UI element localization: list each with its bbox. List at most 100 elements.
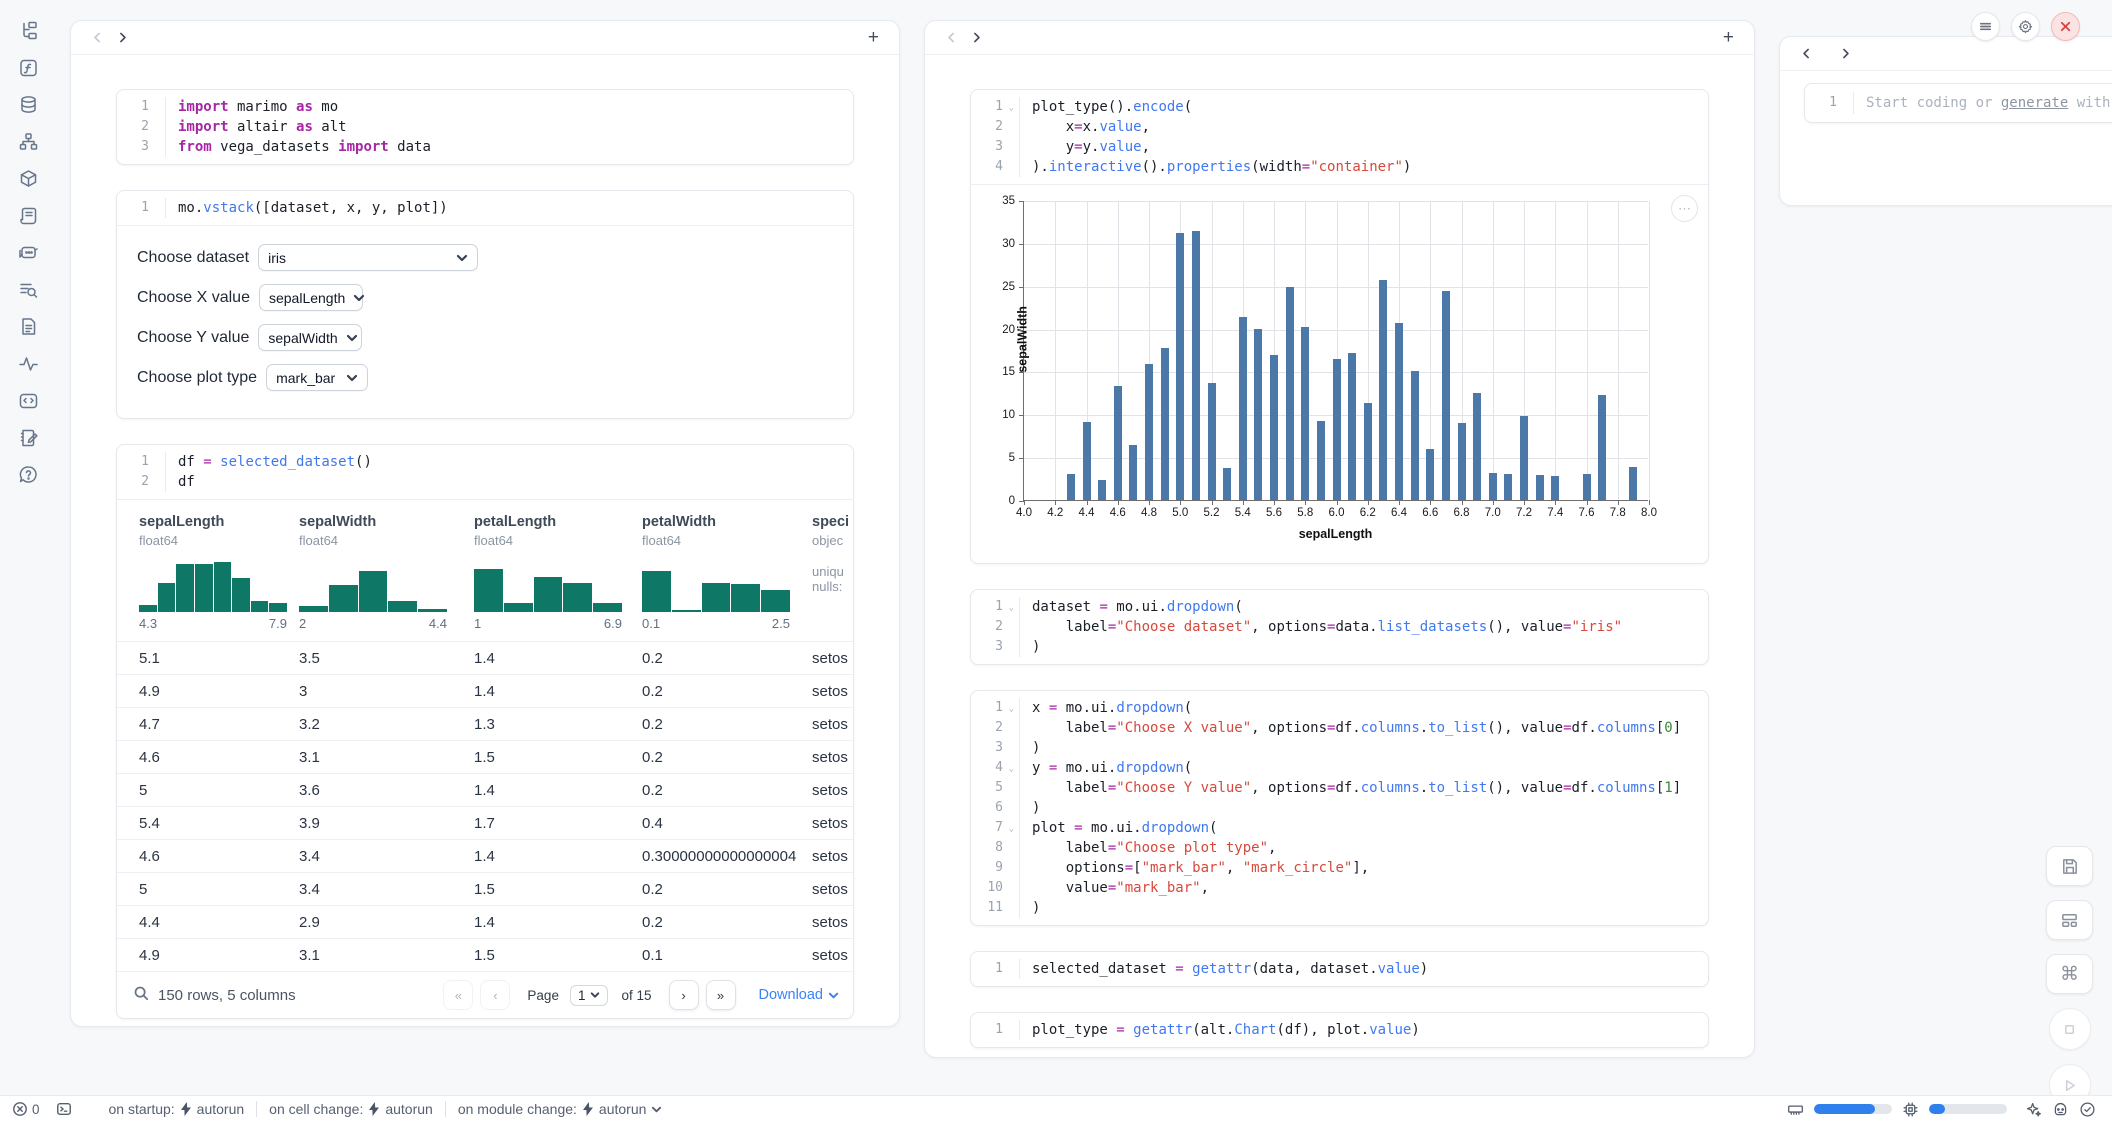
histogram-bars — [139, 560, 287, 612]
x-tick — [1212, 500, 1213, 505]
x-tick — [1493, 500, 1494, 505]
sidebar-item-dependencies[interactable] — [16, 129, 40, 153]
chart-bar — [1270, 355, 1278, 500]
x-select[interactable]: sepalLength — [259, 284, 363, 311]
dataset-select[interactable]: iris — [258, 244, 478, 271]
run-config-2[interactable]: on cell change:autorun — [265, 1101, 437, 1117]
datasources-icon — [18, 94, 39, 115]
menu-button[interactable] — [1971, 12, 2000, 41]
fold-chevron-icon[interactable]: ⌄ — [1009, 819, 1014, 839]
line-number: 11 — [971, 898, 1007, 918]
column-prev-button[interactable] — [1794, 45, 1819, 62]
fold-chevron-icon[interactable]: ⌄ — [1009, 98, 1014, 118]
fold-chevron-icon[interactable]: ⌄ — [1009, 699, 1014, 719]
command-palette-button[interactable]: ⌘ — [2046, 954, 2093, 994]
code-line: 2 label="Choose X value", options=df.col… — [971, 718, 1708, 738]
download-button[interactable]: Download — [759, 987, 840, 1003]
app-sidebar — [0, 0, 56, 1095]
page-select[interactable]: 1 — [570, 985, 609, 1006]
generate-with-ai-link[interactable]: generate — [2001, 95, 2068, 111]
chart-bar — [1301, 327, 1309, 500]
column-next-button[interactable] — [964, 29, 989, 46]
sidebar-item-documentation[interactable] — [16, 277, 40, 301]
y-tick — [1019, 415, 1024, 416]
sidebar-item-file-tree[interactable] — [16, 18, 40, 42]
sidebar-item-help[interactable] — [16, 462, 40, 486]
code-editor[interactable]: 1⌄x = mo.ui.dropdown(2 label="Choose X v… — [971, 691, 1708, 925]
run-config-mode: autorun — [197, 1101, 244, 1117]
x-tick — [1337, 500, 1338, 505]
ai-sparkle-button[interactable] — [2025, 1101, 2042, 1118]
play-icon — [2061, 1077, 2078, 1094]
code-editor[interactable]: 1plot_type = getattr(alt.Chart(df), plot… — [971, 1013, 1708, 1047]
divider — [445, 1101, 446, 1117]
fold-chevron-icon[interactable]: ⌄ — [1009, 759, 1014, 779]
table-cell: 1.3 — [474, 716, 642, 733]
chart-bar — [1161, 348, 1169, 500]
first-page-button[interactable]: « — [443, 980, 473, 1010]
column-prev-button[interactable] — [85, 29, 110, 46]
chart-bar — [1442, 291, 1450, 500]
errors-indicator[interactable]: 0 — [12, 1101, 40, 1117]
add-column-button[interactable]: + — [1717, 25, 1740, 51]
column-prev-button[interactable] — [939, 29, 964, 46]
settings-button[interactable] — [2011, 12, 2040, 41]
chevron-down-icon — [590, 990, 600, 1000]
save-button[interactable] — [2046, 846, 2093, 886]
code-line: 1df = selected_dataset() — [117, 452, 853, 472]
table-cell: 3.2 — [299, 716, 474, 733]
sidebar-item-tracing[interactable] — [16, 351, 40, 375]
code-editor[interactable]: 1mo.vstack([dataset, x, y, plot]) — [117, 191, 853, 225]
column-next-button[interactable] — [110, 29, 135, 46]
code-editor[interactable]: 1selected_dataset = getattr(data, datase… — [971, 952, 1708, 986]
y-select[interactable]: sepalWidth — [258, 324, 362, 351]
connection-status-button[interactable] — [2079, 1101, 2096, 1118]
sidebar-item-scratchpad[interactable] — [16, 425, 40, 449]
add-column-button[interactable]: + — [862, 25, 885, 51]
code-editor[interactable]: 1df = selected_dataset()2df — [117, 445, 853, 499]
shutdown-button[interactable] — [2051, 12, 2080, 41]
histogram-bar — [269, 603, 287, 612]
save-icon — [2060, 857, 2079, 876]
chart-menu-button[interactable]: ⋯ — [1671, 195, 1698, 222]
prev-page-button[interactable]: ‹ — [480, 980, 510, 1010]
sidebar-item-chat[interactable] — [16, 240, 40, 264]
run-config-label: on cell change: — [269, 1101, 363, 1117]
plot-type-select[interactable]: mark_bar — [266, 364, 368, 391]
next-page-button[interactable]: › — [669, 980, 699, 1010]
control-row: Choose Y valuesepalWidth — [137, 324, 833, 351]
stop-button[interactable] — [2049, 1008, 2091, 1050]
code-editor[interactable]: 1 Start coding or generate with — [1805, 84, 2112, 122]
code-text: import altair as alt — [165, 117, 347, 137]
column-meta: uniqunulls: — [812, 564, 853, 594]
code-editor[interactable]: 1⌄plot_type().encode(2 x=x.value,3 y=y.v… — [971, 90, 1708, 184]
layout-button[interactable] — [2046, 900, 2093, 940]
table-row: 4.63.41.40.30000000000000004setos — [117, 840, 853, 873]
run-config-mode: autorun — [599, 1101, 646, 1117]
chart-bar — [1239, 317, 1247, 500]
code-line: 6) — [971, 798, 1708, 818]
sidebar-item-packages[interactable] — [16, 166, 40, 190]
sidebar-item-logs[interactable] — [16, 203, 40, 227]
histogram-range: 16.9 — [474, 616, 622, 631]
last-page-button[interactable]: » — [706, 980, 736, 1010]
x-tick — [1274, 500, 1275, 505]
run-config-3[interactable]: on module change:autorun — [454, 1101, 667, 1117]
sidebar-item-code[interactable] — [16, 388, 40, 412]
fold-chevron-icon[interactable]: ⌄ — [1009, 598, 1014, 618]
table-cell: setos — [812, 650, 853, 667]
sidebar-item-datasources[interactable] — [16, 92, 40, 116]
terminal-button[interactable] — [56, 1101, 72, 1117]
sidebar-item-functions[interactable] — [16, 55, 40, 79]
ai-assistant-button[interactable] — [2052, 1101, 2069, 1118]
code-editor[interactable]: 1import marimo as mo2import altair as al… — [117, 90, 853, 164]
search-icon[interactable] — [133, 985, 149, 1005]
code-line: 2 x=x.value, — [971, 117, 1708, 137]
code-editor[interactable]: 1⌄dataset = mo.ui.dropdown(2 label="Choo… — [971, 590, 1708, 664]
sidebar-item-snippets[interactable] — [16, 314, 40, 338]
table-cell: 3.6 — [299, 782, 474, 799]
snippets-icon — [18, 316, 39, 337]
run-config-1[interactable]: on startup:autorun — [105, 1101, 249, 1117]
column-next-button[interactable] — [1833, 45, 1858, 62]
x-tick-label: 4.2 — [1047, 507, 1063, 519]
